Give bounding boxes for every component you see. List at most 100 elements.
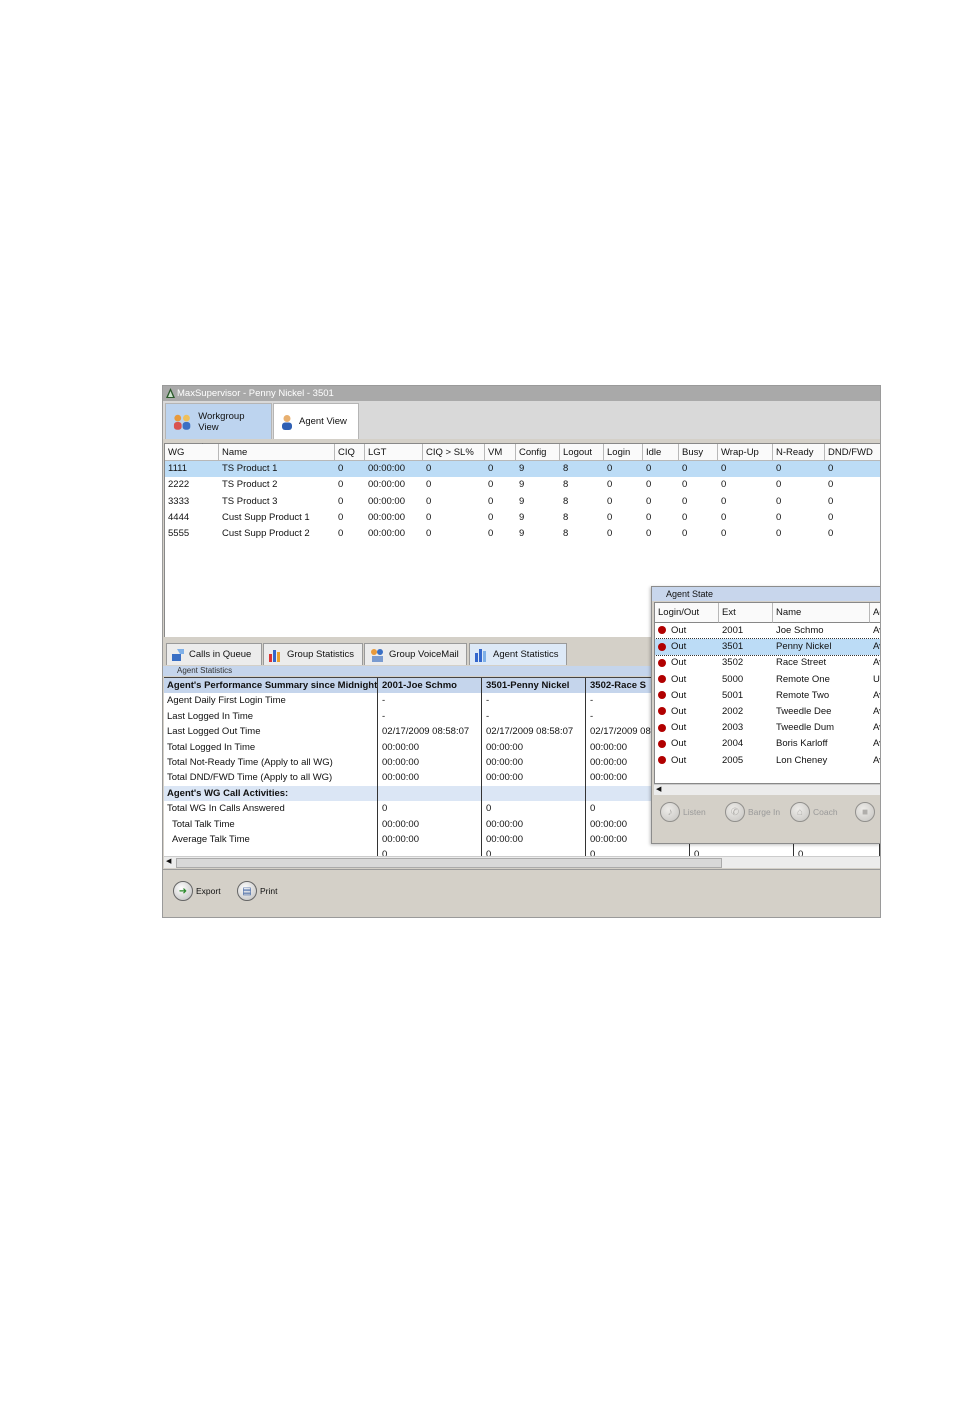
table-cell: 8: [563, 495, 569, 507]
agent-state-cell: Av: [870, 720, 880, 736]
table-row[interactable]: 3333 TS Product 3 0 00:00:00 0 0 9 8 0 0 0 0 0 0: [165, 494, 880, 510]
print-button[interactable]: ▤ Print: [237, 881, 277, 901]
agent-state-value: 3501: [722, 641, 744, 653]
scrollbar-thumb[interactable]: [176, 858, 722, 868]
agent-state-value: Av: [873, 706, 880, 717]
agent-state-actions: ♪ Listen ✆ Barge In ⌂ Coach ■: [652, 802, 880, 832]
agent-state-scrollbar[interactable]: ◀: [654, 784, 880, 795]
agent-state-row[interactable]: Out 2001 Joe Schmo Av: [655, 623, 880, 639]
column-header[interactable]: Wrap-Up: [718, 444, 773, 461]
stats-value: 0: [482, 847, 586, 856]
agent-state-scroll-left-icon[interactable]: ◀: [656, 785, 661, 793]
agent-state-column-header[interactable]: Name: [773, 603, 870, 623]
maxsupervisor-window: MaxSupervisor - Penny Nickel - 3501 Work…: [162, 385, 881, 918]
table-cell: 9: [519, 511, 525, 523]
table-row[interactable]: 4444 Cust Supp Product 1 0 00:00:00 0 0 9 8 0 0 0 0…: [165, 510, 880, 526]
agent-state-cell: Out: [655, 753, 719, 769]
agent-state-cell: Out: [655, 688, 719, 704]
column-header[interactable]: CIQ: [335, 444, 365, 461]
table-cell: 0: [488, 511, 494, 523]
agent-state-row[interactable]: Out 2005 Lon Cheney Av: [655, 753, 880, 769]
horizontal-scrollbar[interactable]: ◀: [164, 856, 880, 868]
tab-group-statistics[interactable]: Group Statistics: [263, 643, 363, 665]
column-header[interactable]: DND/FWD: [825, 444, 880, 461]
column-header[interactable]: WG: [165, 444, 219, 461]
table-cell: Cust Supp Product 1: [222, 511, 310, 523]
status-dot-icon: [658, 642, 666, 651]
coach-icon: ⌂: [790, 802, 810, 822]
table-cell: 0: [646, 479, 652, 491]
agent-state-row[interactable]: Out 2002 Tweedle Dee Av: [655, 704, 880, 720]
listen-button[interactable]: ♪ Listen: [660, 802, 706, 822]
agent-state-row[interactable]: Out 3501 Penny Nickel Av: [655, 638, 880, 657]
agent-state-value: Av: [873, 754, 880, 766]
export-icon: ➜: [173, 881, 193, 901]
column-header[interactable]: VM: [485, 444, 516, 461]
table-cell: 0: [721, 495, 727, 507]
agent-state-title-bar: Agent State: [652, 587, 880, 601]
agent-state-value: 2001: [722, 625, 744, 636]
agent-state-row[interactable]: Out 3502 Race Street Av: [655, 655, 880, 671]
title-bar: MaxSupervisor - Penny Nickel - 3501: [163, 386, 880, 401]
tab-calls-in-queue[interactable]: Calls in Queue: [166, 643, 262, 665]
agent-state-column-header[interactable]: Ag: [870, 603, 880, 623]
agent-state-value: Tweedle Dee: [776, 706, 832, 717]
agent-state-row[interactable]: Out 2003 Tweedle Dum Av: [655, 720, 880, 736]
table-row[interactable]: 1111 TS Product 1 0 00:00:00 0 0 9 8 0 0 0 0 0 0: [165, 461, 880, 477]
tab-agent-statistics[interactable]: Agent Statistics: [469, 643, 567, 665]
agent-state-row[interactable]: Out 5000 Remote One Ur: [655, 672, 880, 688]
table-cell: 0: [682, 528, 688, 540]
agent-state-value: 2003: [722, 722, 744, 734]
column-header[interactable]: N-Ready: [773, 444, 825, 461]
column-header[interactable]: Idle: [643, 444, 679, 461]
agent-state-column-header[interactable]: Ext: [719, 603, 773, 623]
stats-value: -: [482, 708, 586, 725]
table-cell: 0: [338, 463, 344, 474]
agent-state-value: Joe Schmo: [776, 625, 824, 636]
tab-workgroup-view[interactable]: Workgroup View: [165, 403, 272, 439]
view-tab-bar: Workgroup View Agent View: [163, 401, 880, 439]
stop-button[interactable]: ■: [855, 802, 875, 822]
column-header[interactable]: LGT: [365, 444, 423, 461]
agent-state-value: Out: [671, 754, 687, 766]
column-header[interactable]: Name: [219, 444, 335, 461]
table-cell: 0: [488, 528, 494, 540]
listen-label: Listen: [683, 807, 706, 817]
table-cell: 0: [721, 528, 727, 540]
agent-state-cell: 5000: [719, 672, 773, 688]
table-row[interactable]: 2222 TS Product 2 0 00:00:00 0 0 9 8 0 0 0 0 0 0: [165, 477, 880, 493]
agent-state-value: 2002: [722, 706, 744, 717]
column-header[interactable]: Login: [604, 444, 643, 461]
stats-value: 02/17/2009 08:58:07: [482, 724, 586, 740]
agent-state-cell: 2005: [719, 753, 773, 769]
agent-state-value: Out: [671, 689, 687, 701]
coach-button[interactable]: ⌂ Coach: [790, 802, 838, 822]
column-header[interactable]: Busy: [679, 444, 718, 461]
tab-agent-view[interactable]: Agent View: [273, 403, 359, 439]
table-cell: 0: [488, 479, 494, 491]
column-header[interactable]: CIQ > SL%: [423, 444, 485, 461]
barge-in-button[interactable]: ✆ Barge In: [725, 802, 780, 822]
export-button[interactable]: ➜ Export: [173, 881, 221, 901]
table-cell: 8: [563, 528, 569, 540]
table-cell: 5555: [168, 528, 190, 540]
scroll-left-icon[interactable]: ◀: [166, 857, 171, 865]
table-cell: 0: [828, 495, 834, 507]
column-header[interactable]: Logout: [560, 444, 604, 461]
table-row[interactable]: 5555 Cust Supp Product 2 0 00:00:00 0 0 9 8 0 0 0 0…: [165, 526, 880, 542]
agent-state-column-header[interactable]: Login/Out: [655, 603, 719, 623]
agent-state-cell: 2003: [719, 720, 773, 736]
stats-value: [378, 785, 482, 802]
agent-state-row[interactable]: Out 5001 Remote Two Av: [655, 688, 880, 704]
agent-state-value: Out: [671, 641, 687, 653]
agent-state-cell: Joe Schmo: [773, 623, 870, 639]
stats-value: 0: [378, 847, 482, 856]
column-header[interactable]: Config: [516, 444, 560, 461]
table-cell: 0: [828, 479, 834, 491]
agent-icon: [282, 414, 292, 430]
agent-state-row[interactable]: Out 2004 Boris Karloff Av: [655, 736, 880, 752]
tab-group-voicemail[interactable]: Group VoiceMail: [364, 643, 467, 665]
agent-state-value: Av: [873, 722, 880, 734]
stats-value: 00:00:00: [482, 739, 586, 755]
table-cell: 0: [607, 511, 613, 523]
